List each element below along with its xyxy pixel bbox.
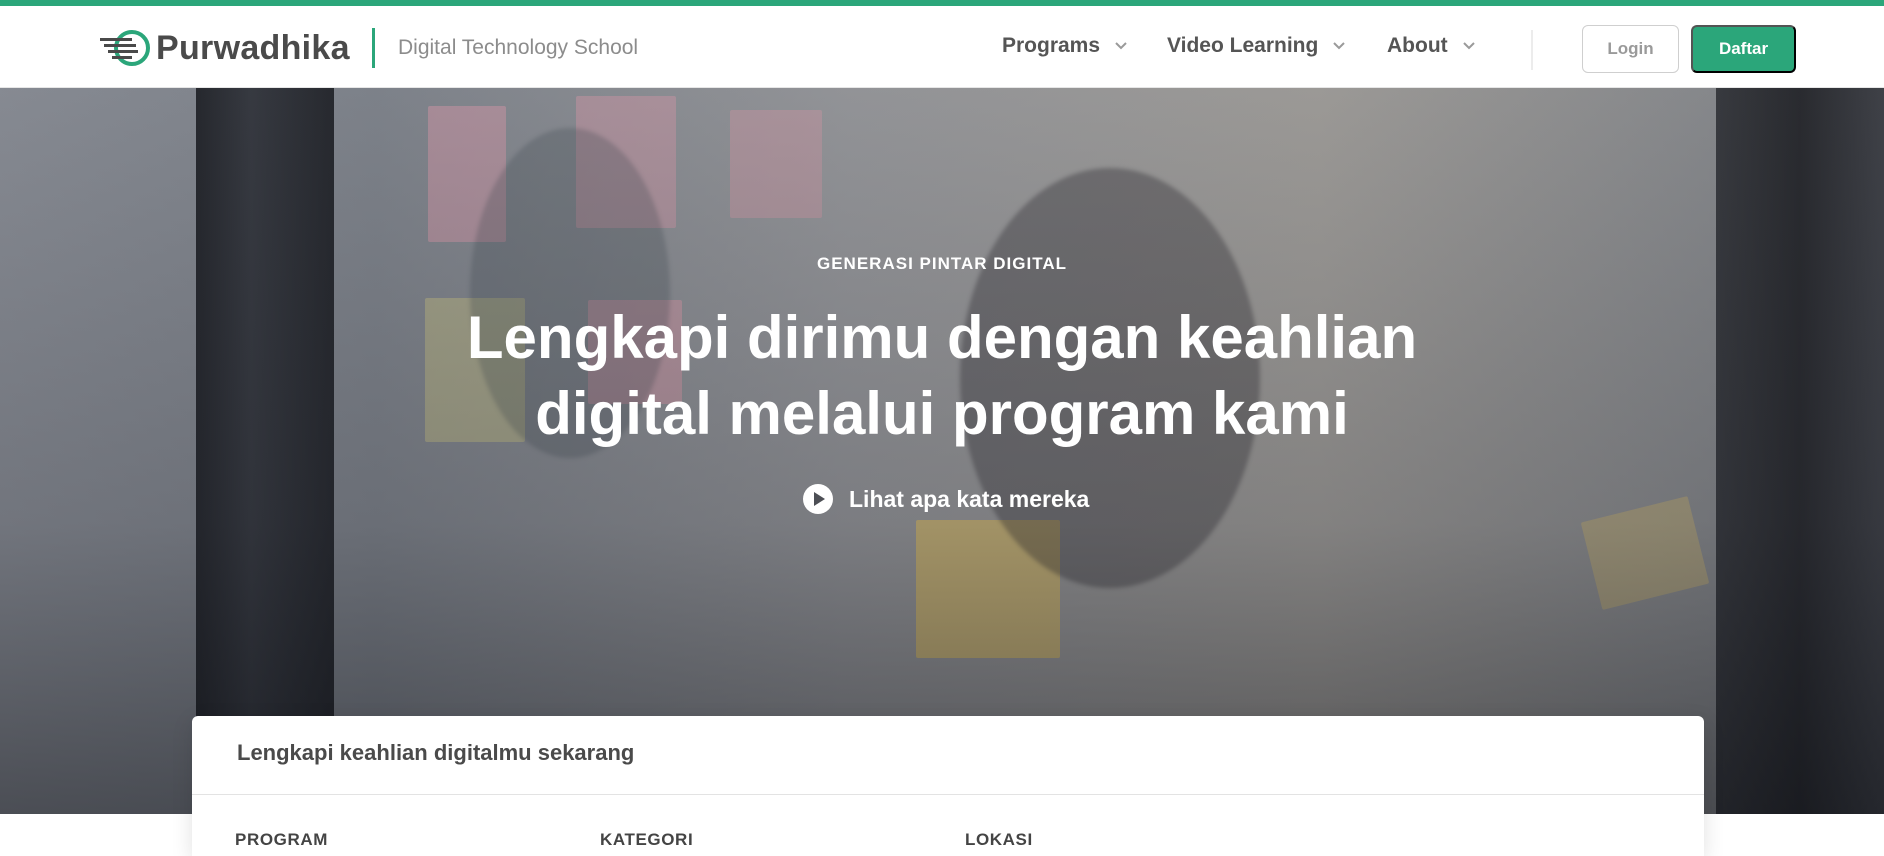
program-search-card: Lengkapi keahlian digitalmu sekarang PRO… bbox=[192, 716, 1704, 856]
testimonial-video-label: Lihat apa kata mereka bbox=[849, 485, 1090, 512]
testimonial-video-link[interactable]: Lihat apa kata mereka bbox=[803, 484, 1089, 514]
nav-programs-label: Programs bbox=[1002, 34, 1101, 57]
chevron-down-icon bbox=[1115, 42, 1127, 50]
search-card-divider bbox=[192, 794, 1704, 795]
nav-programs[interactable]: Programs bbox=[1002, 34, 1128, 58]
search-card-title: Lengkapi keahlian digitalmu sekarang bbox=[237, 740, 635, 765]
login-button[interactable]: Login bbox=[1582, 25, 1679, 73]
chevron-down-icon bbox=[1462, 42, 1475, 50]
kategori-field-label: KATEGORI bbox=[600, 830, 694, 849]
hero-banner: GENERASI PINTAR DIGITAL Lengkapi dirimu … bbox=[0, 88, 1884, 814]
logo-icon bbox=[100, 30, 150, 66]
chevron-down-icon bbox=[1333, 42, 1346, 50]
nav-about-label: About bbox=[1387, 34, 1448, 57]
nav-video-learning-label: Video Learning bbox=[1167, 34, 1319, 57]
hero-title: Lengkapi dirimu dengan keahlian digital … bbox=[392, 300, 1492, 452]
hero-title-line-1: Lengkapi dirimu dengan keahlian bbox=[466, 304, 1418, 371]
program-field-label: PROGRAM bbox=[235, 830, 328, 849]
nav-divider bbox=[1531, 30, 1533, 70]
lokasi-field-label: LOKASI bbox=[965, 830, 1033, 849]
hero-eyebrow: GENERASI PINTAR DIGITAL bbox=[817, 254, 1067, 273]
brand-name: Purwadhika bbox=[156, 28, 350, 67]
nav-video-learning[interactable]: Video Learning bbox=[1167, 34, 1346, 58]
play-icon bbox=[803, 484, 833, 514]
nav-about[interactable]: About bbox=[1387, 34, 1476, 58]
brand-logo[interactable]: Purwadhika bbox=[100, 28, 350, 68]
brand-divider bbox=[372, 28, 375, 68]
daftar-button[interactable]: Daftar bbox=[1691, 25, 1796, 73]
brand-tagline: Digital Technology School bbox=[398, 36, 639, 59]
navbar: Purwadhika Digital Technology School Pro… bbox=[0, 6, 1884, 88]
hero-title-line-2: digital melalui program kami bbox=[535, 380, 1349, 447]
